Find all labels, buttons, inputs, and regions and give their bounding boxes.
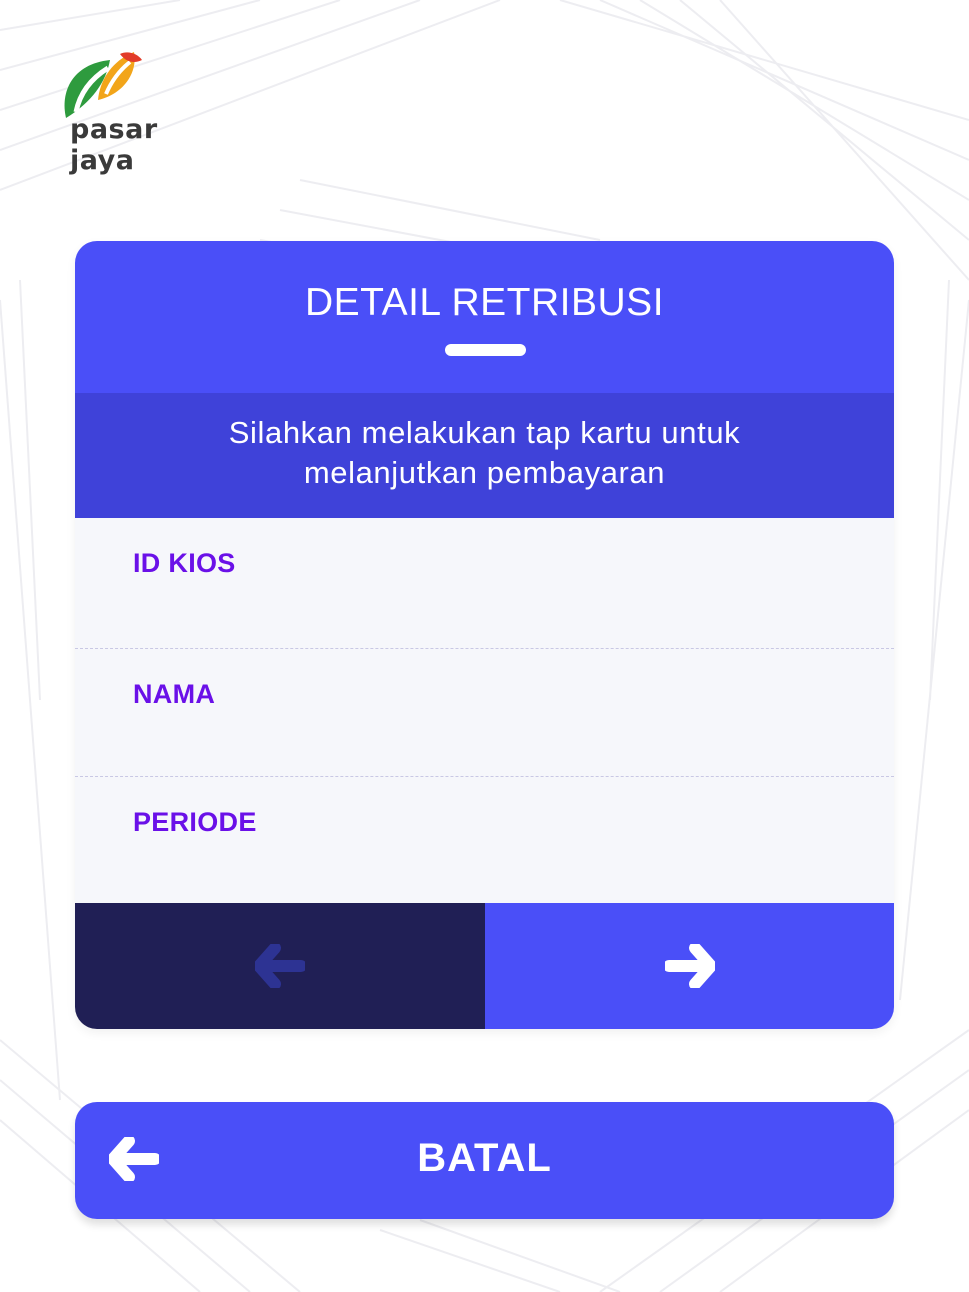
previous-button[interactable] bbox=[75, 903, 485, 1029]
instruction-line-2: melanjutkan pembayaran bbox=[303, 455, 666, 490]
leaf-logo-icon bbox=[64, 52, 142, 118]
field-label: PERIODE bbox=[133, 807, 257, 837]
field-periode: PERIODE bbox=[75, 777, 894, 903]
cancel-button[interactable]: BATAL bbox=[75, 1102, 894, 1219]
detail-card: DETAIL RETRIBUSI Silahkan melakukan tap … bbox=[75, 241, 894, 1029]
card-header: DETAIL RETRIBUSI bbox=[75, 241, 894, 393]
field-label: ID KIOS bbox=[133, 548, 236, 578]
card-title: DETAIL RETRIBUSI bbox=[304, 281, 665, 324]
arrow-left-icon bbox=[255, 944, 305, 988]
cancel-label: BATAL bbox=[417, 1136, 552, 1180]
brand-name: pasar jaya bbox=[70, 114, 158, 176]
tap-card-instruction: Silahkan melakukan tap kartu untuk melan… bbox=[75, 393, 894, 518]
field-nama: NAMA bbox=[75, 649, 894, 777]
instruction-line-1: Silahkan melakukan tap kartu untuk bbox=[228, 415, 741, 450]
pasar-jaya-logo: pasar jaya bbox=[58, 52, 228, 176]
field-id-kios: ID KIOS bbox=[75, 518, 894, 649]
field-label: NAMA bbox=[133, 679, 216, 709]
next-button[interactable] bbox=[485, 903, 894, 1029]
title-underline bbox=[445, 344, 526, 356]
arrow-right-icon bbox=[664, 944, 715, 988]
